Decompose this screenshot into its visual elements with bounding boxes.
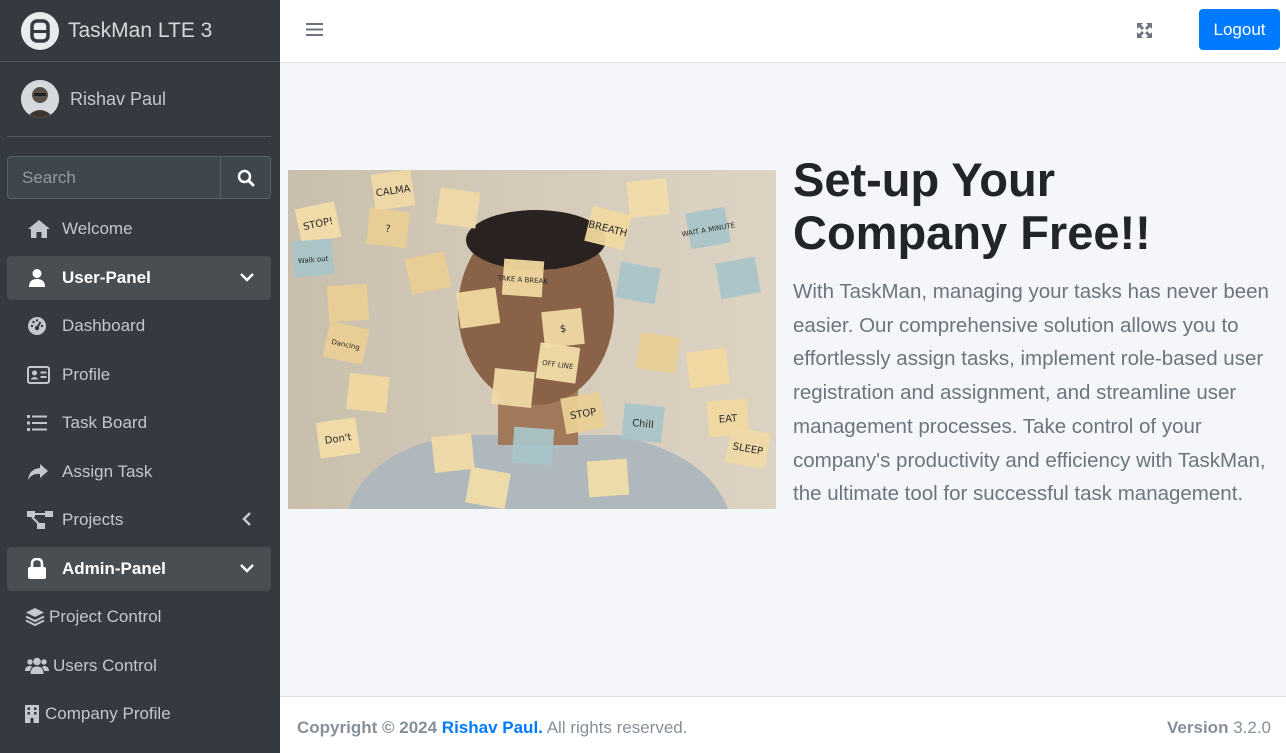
lock-icon — [27, 557, 53, 580]
users-icon — [25, 657, 49, 675]
sidebar-item-assign-task[interactable]: Assign Task — [7, 450, 271, 494]
author-link[interactable]: Rishav Paul. — [442, 718, 543, 737]
sidebar-item-label: Project Control — [49, 607, 162, 626]
sidebar-item-label: Assign Task — [62, 461, 153, 481]
sidebar-item-company-profile[interactable]: Company Profile — [7, 692, 271, 736]
brand-logo-icon — [21, 11, 59, 50]
sidebar-nav: Welcome User-Panel Dashboard Profile Tas… — [7, 207, 271, 741]
layer-group-icon — [25, 607, 45, 627]
project-diagram-icon — [27, 510, 53, 530]
chevron-left-icon — [239, 511, 255, 532]
version-info: Version 3.2.0 — [1167, 718, 1271, 738]
sidebar-item-label: Company Profile — [45, 704, 171, 723]
avatar — [21, 80, 59, 118]
copyright-prefix: Copyright © 2024 — [297, 718, 438, 737]
user-icon — [27, 268, 53, 288]
user-name[interactable]: Rishav Paul — [70, 89, 166, 110]
brand-name: TaskMan LTE 3 — [68, 18, 213, 42]
sidebar-item-label: Welcome — [62, 219, 133, 238]
sidebar-item-label: Task Board — [62, 413, 148, 432]
list-icon — [27, 414, 53, 432]
footer: Copyright © 2024 Rishav Paul. All rights… — [280, 696, 1286, 753]
sidebar-item-user-panel[interactable]: User-Panel — [7, 255, 271, 300]
sidebar-item-task-board[interactable]: Task Board — [7, 401, 271, 445]
rights-text: All rights reserved. — [546, 718, 688, 737]
version-label: Version — [1167, 718, 1229, 737]
home-icon — [27, 219, 53, 239]
svg-text:EAT: EAT — [718, 413, 738, 425]
hero-headline: Set-up Your Company Free!! — [793, 153, 1151, 259]
fullscreen-icon[interactable] — [1136, 22, 1153, 44]
sidebar-item-label: Users Control — [53, 655, 157, 675]
search-input[interactable] — [7, 156, 220, 199]
sidebar-item-label: Dashboard — [62, 316, 146, 335]
sidebar-item-projects[interactable]: Projects — [7, 498, 271, 542]
hero-description: With TaskMan, managing your tasks has ne… — [793, 280, 1269, 506]
sidebar-search — [7, 156, 271, 199]
sidebar-item-users-control[interactable]: Users Control — [7, 644, 271, 688]
sidebar: TaskMan LTE 3 Rishav Paul Welcome User-P… — [0, 0, 280, 753]
gauge-icon — [27, 316, 53, 336]
share-icon — [27, 463, 53, 481]
user-panel[interactable]: Rishav Paul — [7, 62, 271, 137]
menu-toggle-icon[interactable] — [306, 22, 323, 42]
svg-text:$: $ — [559, 324, 566, 336]
sidebar-item-label: User-Panel — [62, 267, 151, 287]
building-icon — [25, 705, 41, 723]
search-icon — [237, 169, 254, 186]
sidebar-item-admin-panel[interactable]: Admin-Panel — [7, 546, 271, 591]
top-navbar: Logout — [280, 0, 1286, 63]
sidebar-item-dashboard[interactable]: Dashboard — [7, 304, 271, 348]
chevron-down-icon — [239, 560, 255, 581]
svg-text:Chill: Chill — [631, 418, 654, 431]
sidebar-item-profile[interactable]: Profile — [7, 353, 271, 397]
sidebar-item-label: Admin-Panel — [62, 558, 166, 578]
copyright: Copyright © 2024 Rishav Paul. All rights… — [297, 718, 687, 738]
search-button[interactable] — [220, 156, 271, 199]
hero-image: CALMA STOP!? Walk out TAKE A BREAK $ OFF LINE… — [288, 170, 776, 509]
version-number: 3.2.0 — [1233, 718, 1271, 737]
sidebar-item-welcome[interactable]: Welcome — [7, 207, 271, 251]
brand-link[interactable]: TaskMan LTE 3 — [0, 0, 280, 62]
id-card-icon — [27, 365, 53, 384]
sidebar-item-project-control[interactable]: Project Control — [7, 595, 271, 639]
chevron-down-icon — [239, 269, 255, 290]
sidebar-item-label: Projects — [62, 510, 124, 529]
sidebar-item-label: Profile — [62, 364, 111, 384]
logout-button[interactable]: Logout — [1199, 9, 1280, 50]
